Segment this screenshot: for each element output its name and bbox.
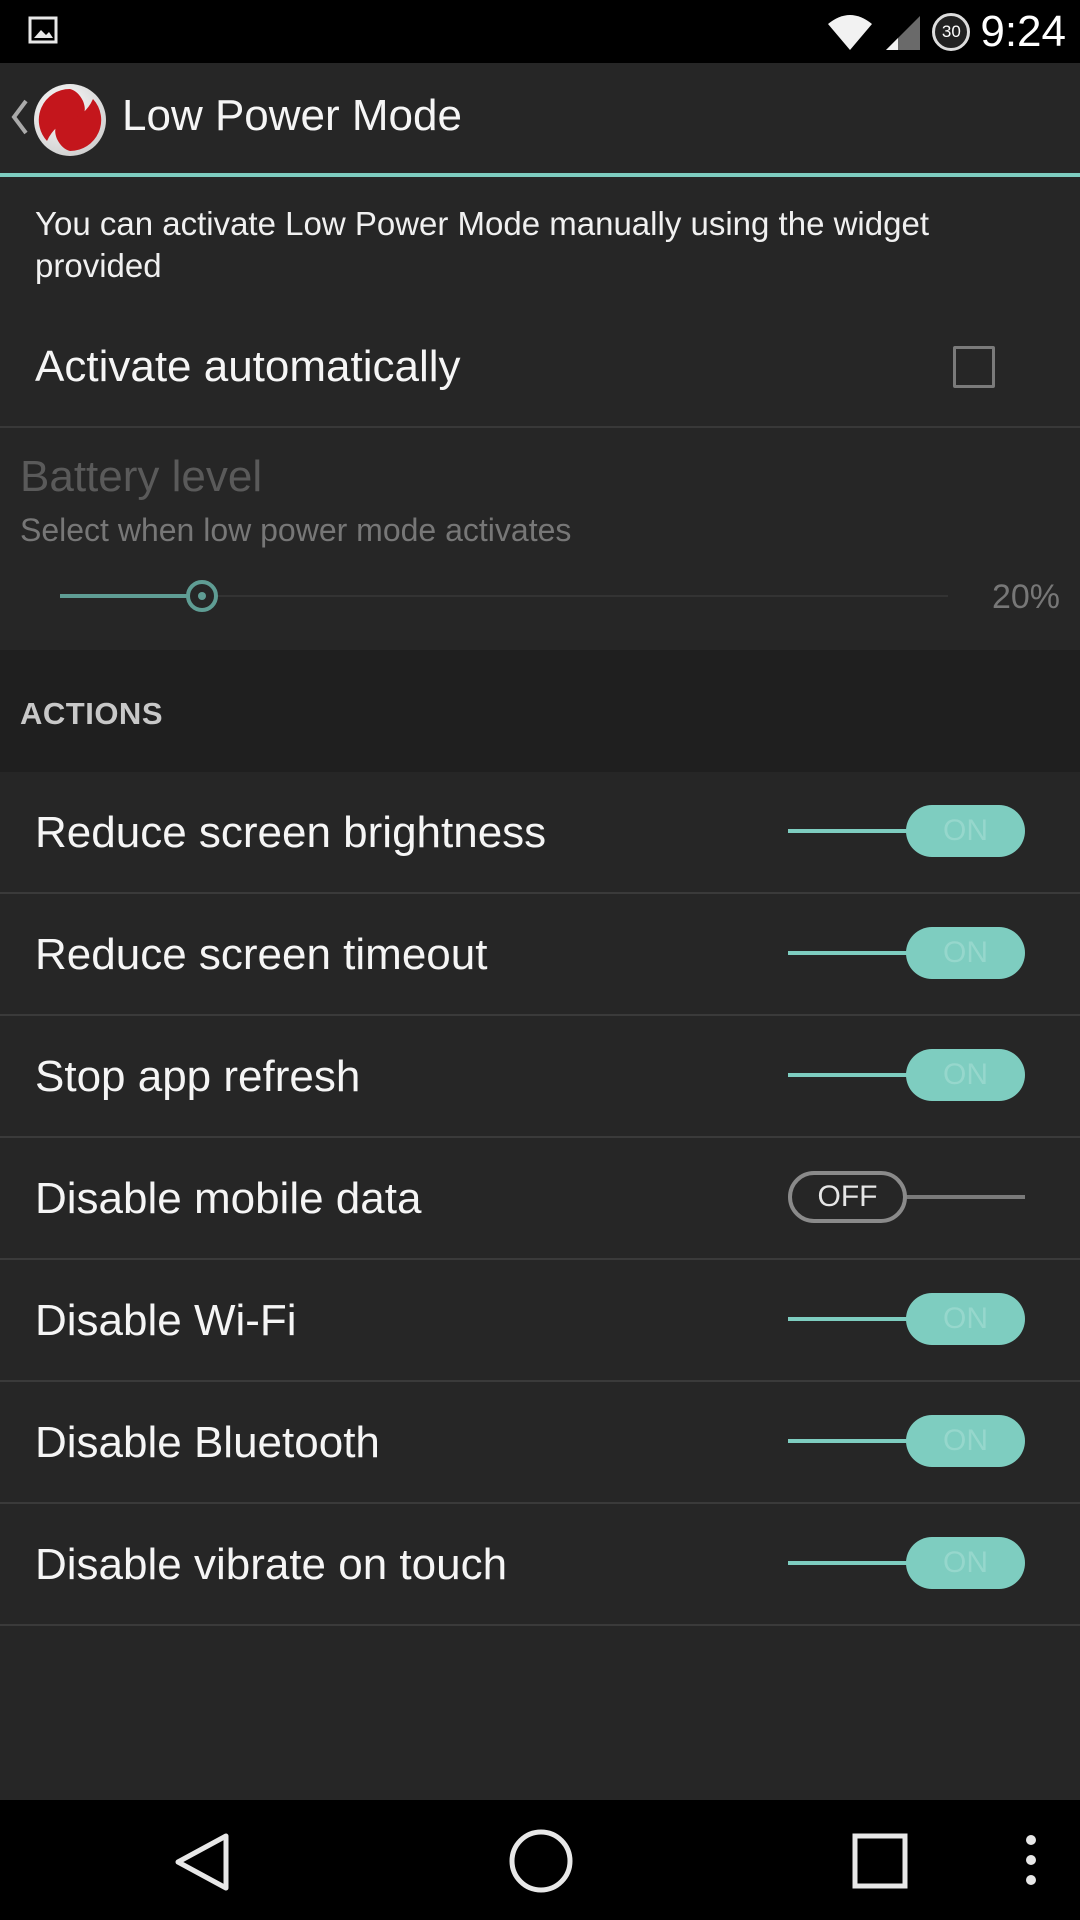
- activate-automatically-label: Activate automatically: [35, 342, 461, 391]
- actions-header-label: ACTIONS: [20, 696, 163, 731]
- action-row[interactable]: Disable mobile data OFF: [0, 1138, 1080, 1260]
- battery-slider-thumb[interactable]: [186, 580, 219, 612]
- action-row[interactable]: Disable Bluetooth ON: [0, 1382, 1080, 1504]
- action-bar: Low Power Mode: [0, 63, 1080, 177]
- actions-list: Reduce screen brightness ON Reduce screen …: [0, 772, 1080, 1626]
- toggle-track: [788, 1561, 910, 1565]
- action-row[interactable]: Disable Wi-Fi ON: [0, 1260, 1080, 1382]
- action-label: Disable vibrate on touch: [35, 1540, 508, 1589]
- action-label: Disable Wi-Fi: [35, 1296, 297, 1345]
- toggle-thumb: ON: [906, 1415, 1025, 1467]
- battery-level-value: 20%: [991, 578, 1060, 616]
- action-toggle-switch[interactable]: ON: [788, 1537, 1025, 1589]
- action-label: Reduce screen brightness: [35, 808, 547, 857]
- app-logo-icon[interactable]: [33, 83, 107, 157]
- action-label: Disable mobile data: [35, 1174, 422, 1223]
- back-icon[interactable]: [170, 1830, 234, 1894]
- toggle-track: [788, 1073, 910, 1077]
- back-chevron-icon[interactable]: [8, 97, 30, 137]
- action-toggle-switch[interactable]: ON: [788, 927, 1025, 979]
- action-label: Disable Bluetooth: [35, 1418, 380, 1467]
- action-row[interactable]: Stop app refresh ON: [0, 1016, 1080, 1138]
- toggle-thumb: ON: [906, 1049, 1025, 1101]
- page-title: Low Power Mode: [122, 91, 462, 140]
- action-row[interactable]: Reduce screen timeout ON: [0, 894, 1080, 1016]
- toggle-track: [788, 1439, 910, 1443]
- info-text: You can activate Low Power Mode manually…: [35, 205, 929, 284]
- toggle-track: [906, 1195, 1025, 1199]
- navigation-bar: [0, 1800, 1080, 1920]
- status-right: 30 9:24: [826, 0, 1066, 63]
- toggle-thumb: OFF: [788, 1171, 907, 1223]
- signal-icon: [886, 15, 921, 50]
- status-time: 9:24: [980, 6, 1066, 56]
- action-toggle-switch[interactable]: ON: [788, 1049, 1025, 1101]
- overflow-menu-icon[interactable]: [1020, 1834, 1042, 1886]
- home-icon[interactable]: [508, 1828, 574, 1894]
- toggle-track: [788, 829, 910, 833]
- action-label: Stop app refresh: [35, 1052, 361, 1101]
- action-toggle-switch[interactable]: OFF: [788, 1171, 1025, 1223]
- action-row[interactable]: Reduce screen brightness ON: [0, 772, 1080, 894]
- battery-slider-fill: [60, 594, 203, 598]
- action-toggle-switch[interactable]: ON: [788, 1415, 1025, 1467]
- battery-level-title: Battery level: [20, 452, 263, 501]
- activate-automatically-checkbox[interactable]: [953, 346, 995, 388]
- battery-level-summary: Select when low power mode activates: [20, 512, 572, 548]
- action-row[interactable]: Disable vibrate on touch ON: [0, 1504, 1080, 1626]
- recents-icon[interactable]: [851, 1832, 909, 1890]
- wifi-icon: [828, 14, 873, 50]
- toggle-thumb: ON: [906, 927, 1025, 979]
- toggle-track: [788, 1317, 910, 1321]
- activate-automatically-row[interactable]: Activate automatically: [0, 318, 1080, 428]
- status-bar: 30 9:24: [0, 0, 1080, 63]
- toggle-track: [788, 951, 910, 955]
- battery-icon: 30: [932, 12, 971, 51]
- actions-section-header: ACTIONS: [0, 650, 1080, 772]
- battery-level-text: 30: [941, 21, 961, 41]
- action-label: Reduce screen timeout: [35, 930, 488, 979]
- toggle-thumb: ON: [906, 805, 1025, 857]
- toggle-thumb: ON: [906, 1293, 1025, 1345]
- image-notification-icon: [28, 16, 58, 44]
- action-toggle-switch[interactable]: ON: [788, 1293, 1025, 1345]
- action-toggle-switch[interactable]: ON: [788, 805, 1025, 857]
- battery-level-section: Battery level Select when low power mode…: [0, 428, 1080, 650]
- toggle-thumb: ON: [906, 1537, 1025, 1589]
